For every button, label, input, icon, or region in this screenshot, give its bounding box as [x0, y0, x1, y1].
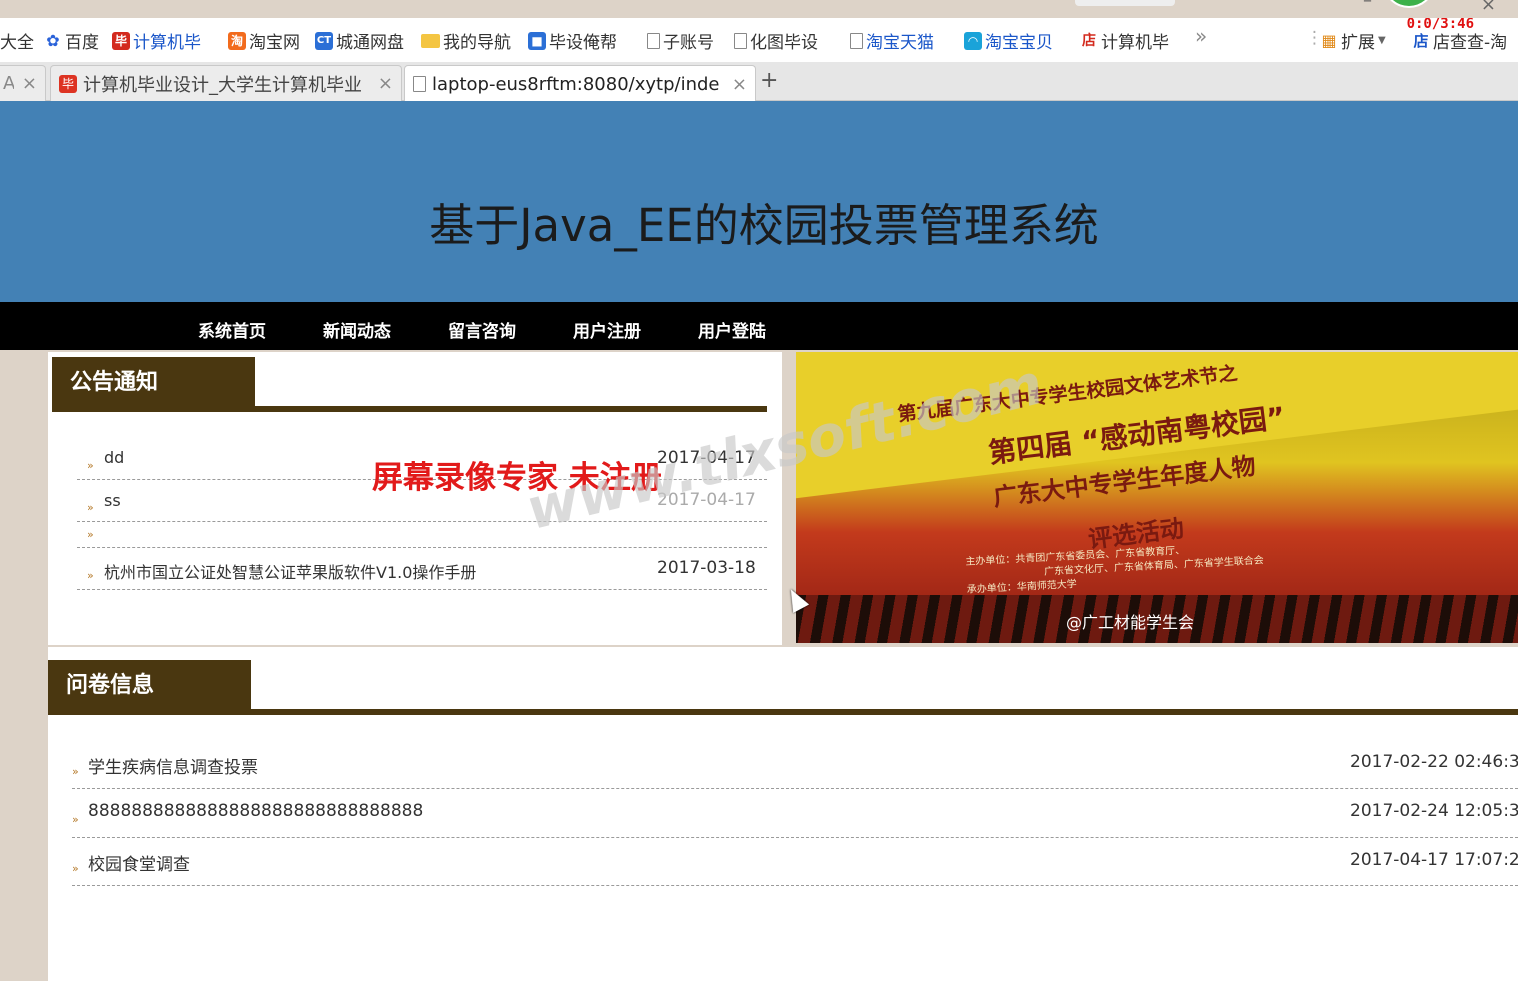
bullet-arrow-icon: » — [87, 501, 94, 514]
bookmark-item[interactable]: 子账号 — [647, 28, 714, 53]
bookmark-item[interactable]: ◠ 淘宝宝贝 — [964, 28, 1053, 53]
bullet-arrow-icon: » — [72, 813, 79, 826]
more-label: » — [1195, 24, 1208, 48]
tab[interactable]: 毕 计算机毕业设计_大学生计算机毕业 × — [50, 65, 402, 101]
ct-icon: CT — [315, 31, 333, 50]
bookmark-item[interactable]: ✿ 百度 — [44, 28, 99, 53]
survey-row[interactable]: » 学生疾病信息调查投票 2017-02-22 02:46:33 — [72, 743, 1518, 789]
tab[interactable]: Ad × — [0, 65, 46, 101]
extensions-label: 扩展 — [1341, 33, 1375, 53]
survey-underline — [48, 709, 1518, 715]
tab-active[interactable]: laptop-eus8rftm:8080/xytp/inde × — [404, 65, 756, 102]
bi-logo-icon: 毕 — [112, 31, 130, 50]
bookmark-label: 百度 — [65, 33, 99, 53]
tab-label: Ad — [3, 73, 14, 94]
new-tab-button[interactable]: + — [760, 68, 778, 93]
nav-login[interactable]: 用户登陆 — [698, 317, 766, 342]
bookmark-item[interactable]: ■ 毕设俺帮 — [528, 28, 617, 53]
tab-label: 计算机毕业设计_大学生计算机毕业 — [83, 74, 362, 96]
bullet-arrow-icon: » — [87, 459, 94, 472]
notice-heading: 公告通知 — [52, 357, 255, 409]
bookmark-label: 计算机毕 — [133, 33, 201, 53]
bookmark-item[interactable]: 淘宝天猫 — [850, 28, 934, 53]
bookmark-item[interactable]: 化图毕设 — [734, 28, 818, 53]
bookmark-label: 大全 — [0, 33, 34, 53]
bookmark-label: 化图毕设 — [750, 33, 818, 53]
nav-register[interactable]: 用户注册 — [573, 317, 641, 342]
banner-weibo: @广工材能学生会 — [1066, 613, 1195, 632]
notice-row[interactable]: » — [77, 522, 767, 548]
survey-date: 2017-02-22 02:46:33 — [1350, 752, 1518, 772]
taobao-icon: 淘 — [228, 31, 246, 50]
bullet-arrow-icon: » — [72, 862, 79, 875]
dian-icon: 店 — [1080, 31, 1098, 50]
tab-close-icon[interactable]: × — [732, 74, 747, 95]
bookmark-item[interactable]: 大全 — [0, 28, 34, 53]
survey-title[interactable]: 校园食堂调查 — [88, 850, 190, 875]
folder-icon — [421, 33, 440, 48]
bookmark-item[interactable]: 店 计算机毕 — [1080, 28, 1169, 53]
bookmark-item[interactable]: 我的导航 — [421, 28, 511, 53]
survey-panel: 问卷信息 » 学生疾病信息调查投票 2017-02-22 02:46:33 » … — [48, 647, 1518, 981]
survey-title[interactable]: 8888888888888888888888888888888 — [88, 801, 423, 821]
site-header: 基于Java_EE的校园投票管理系统 — [0, 101, 1518, 302]
bookmark-label: 淘宝网 — [249, 33, 300, 53]
window-close-icon[interactable]: × — [1481, 0, 1496, 15]
page-icon — [413, 76, 426, 92]
notice-title[interactable]: ss — [104, 491, 121, 510]
bisheng-icon: ■ — [528, 31, 546, 50]
notice-date: 2017-03-18 — [657, 558, 756, 578]
minimize-icon[interactable]: – — [1363, 0, 1372, 11]
baidu-paw-icon: ✿ — [44, 31, 62, 50]
site-title: 基于Java_EE的校园投票管理系统 — [429, 199, 1099, 252]
bullet-arrow-icon: » — [72, 765, 79, 778]
recording-timer: 0:0/3:46 — [1406, 18, 1474, 32]
screen: – × 大全 ✿ 百度 毕 计算机毕 淘 淘宝网 CT 城通网盘 我的导航 ■ … — [0, 0, 1518, 981]
nav-messages[interactable]: 留言咨询 — [448, 317, 516, 342]
survey-title[interactable]: 学生疾病信息调查投票 — [88, 753, 258, 778]
chevron-down-icon: ▼ — [1378, 35, 1386, 46]
bi-logo-icon: 毕 — [59, 74, 77, 93]
tab-close-icon[interactable]: × — [378, 73, 393, 94]
more-bookmarks-button[interactable]: » — [1195, 24, 1207, 48]
bookmark-label: 淘宝宝贝 — [985, 33, 1053, 53]
nav-news[interactable]: 新闻动态 — [323, 317, 391, 342]
banner-org: 主办单位：共青团广东省委员会、广东省教育厅、 广东省文化厅、广东省体育局、广东省… — [965, 540, 1265, 598]
nav-home[interactable]: 系统首页 — [198, 317, 266, 342]
top-window-handle — [1075, 0, 1175, 6]
bookmark-label: 毕设俺帮 — [549, 33, 617, 53]
bookmark-label: 城通网盘 — [336, 33, 404, 53]
tab-label: laptop-eus8rftm:8080/xytp/inde — [432, 73, 720, 95]
survey-row[interactable]: » 校园食堂调查 2017-04-17 17:07:27 — [72, 838, 1518, 886]
taobao-bb-icon: ◠ — [964, 31, 982, 50]
page-icon — [850, 32, 863, 49]
bullet-arrow-icon: » — [87, 528, 94, 541]
dianchacha-icon: 店 — [1412, 31, 1430, 50]
survey-heading: 问卷信息 — [48, 660, 251, 712]
tab-close-icon[interactable]: × — [22, 73, 37, 94]
bookmark-label: 子账号 — [663, 33, 714, 53]
survey-date: 2017-04-17 17:07:27 — [1350, 850, 1518, 870]
notice-row[interactable]: » 杭州市国立公证处智慧公证苹果版软件V1.0操作手册 2017-03-18 — [77, 548, 767, 590]
bookmark-label: 计算机毕 — [1101, 33, 1169, 53]
bullet-arrow-icon: » — [87, 569, 94, 582]
tab-strip: Ad × 毕 计算机毕业设计_大学生计算机毕业 × laptop-eus8rft… — [0, 62, 1518, 102]
survey-row[interactable]: » 8888888888888888888888888888888 2017-0… — [72, 789, 1518, 838]
bookmarks-bar: 大全 ✿ 百度 毕 计算机毕 淘 淘宝网 CT 城通网盘 我的导航 ■ 毕设俺帮… — [0, 18, 1518, 62]
bookmark-item[interactable]: 毕 计算机毕 — [112, 28, 201, 53]
survey-date: 2017-02-24 12:05:32 — [1350, 801, 1518, 821]
page-icon — [734, 32, 747, 49]
notice-title[interactable]: 杭州市国立公证处智慧公证苹果版软件V1.0操作手册 — [104, 559, 476, 583]
recorder-ball-icon[interactable] — [1385, 0, 1433, 8]
notice-underline — [52, 406, 767, 412]
bookmark-item[interactable]: 淘 淘宝网 — [228, 28, 300, 53]
extensions-grid-icon: ▦ — [1320, 30, 1338, 50]
main-nav: 系统首页 新闻动态 留言咨询 用户注册 用户登陆 — [0, 302, 1518, 350]
page-icon — [647, 32, 660, 49]
bookmark-item[interactable]: CT 城通网盘 — [315, 28, 404, 53]
notice-title[interactable]: dd — [104, 448, 124, 467]
extensions-button[interactable]: ▦ 扩展 ▼ — [1320, 28, 1386, 53]
bookmark-label: 淘宝天猫 — [866, 33, 934, 53]
bookmark-label: 我的导航 — [443, 33, 511, 53]
